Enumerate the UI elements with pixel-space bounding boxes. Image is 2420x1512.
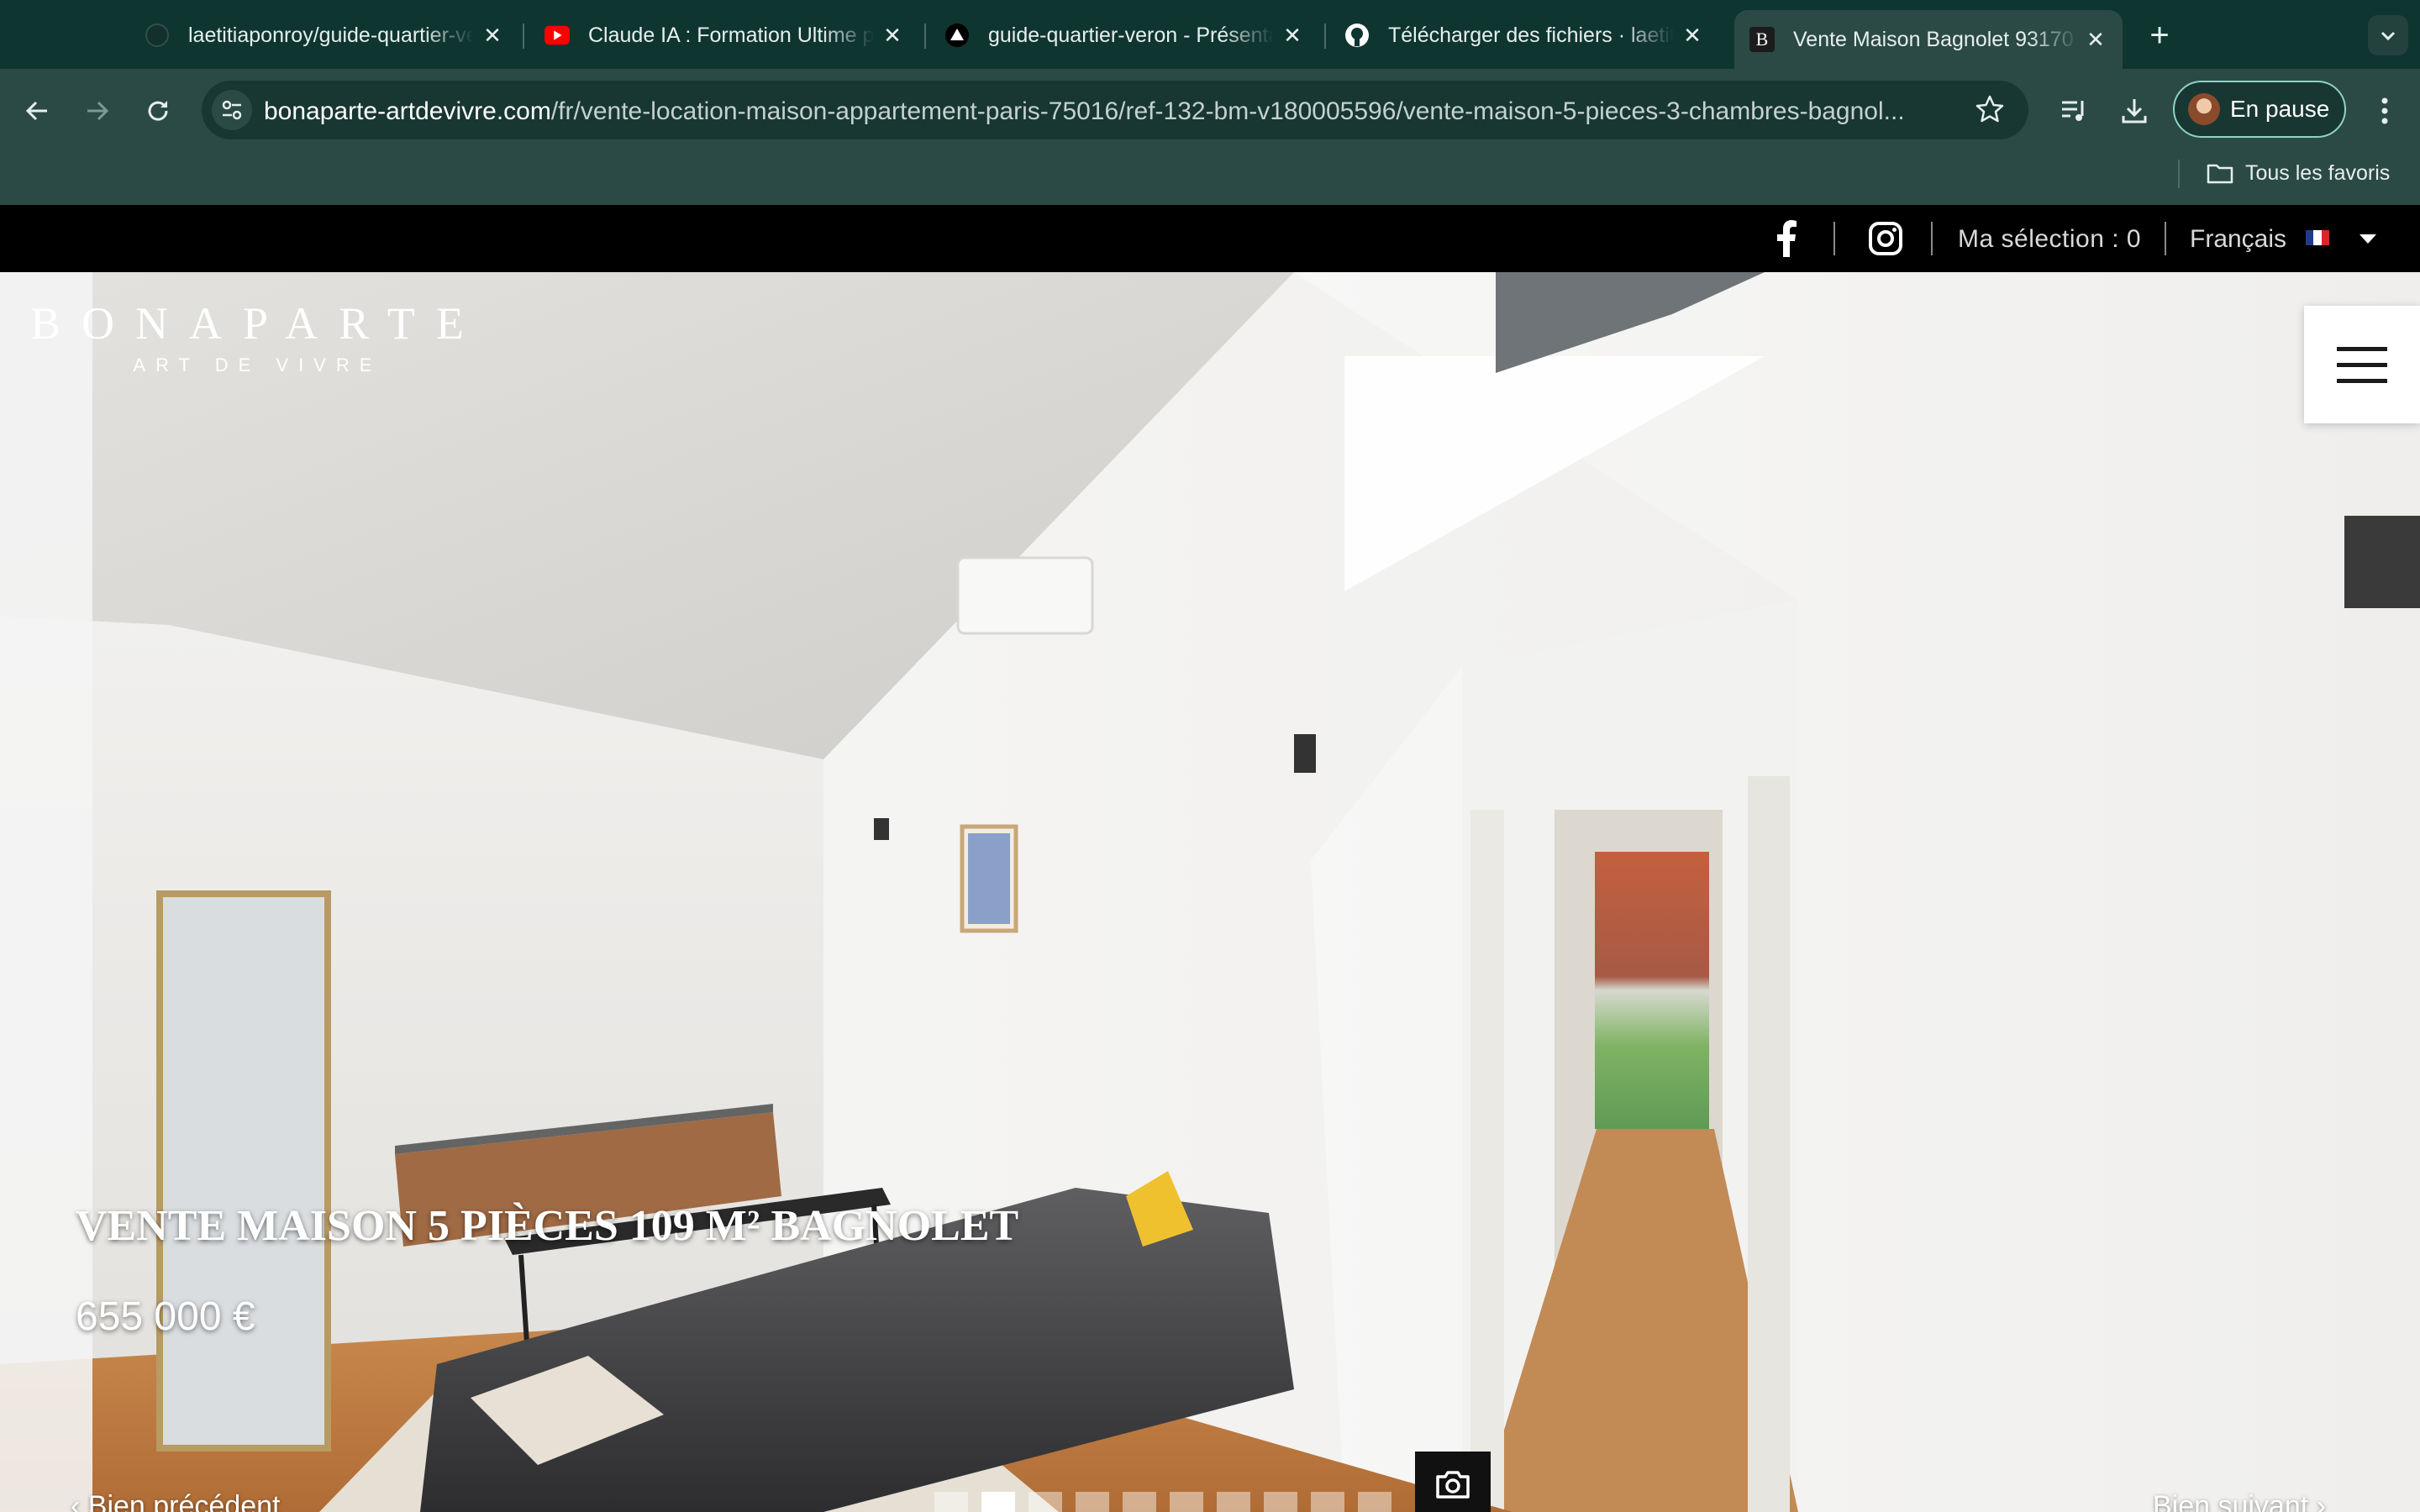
carousel-dot[interactable] <box>1217 1492 1250 1512</box>
address-bar[interactable]: bonaparte-artdevivre.com/fr/vente-locati… <box>202 81 2028 139</box>
tab-vercel-guide[interactable]: guide-quartier-veron - Présentation ✕ <box>944 12 1306 59</box>
close-icon[interactable]: ✕ <box>1279 22 1306 49</box>
tab-divider <box>523 24 524 49</box>
instagram-icon[interactable] <box>1867 220 1904 257</box>
queue-music-icon <box>2062 101 2084 121</box>
facebook-icon[interactable] <box>1768 220 1805 257</box>
browser-tabstrip: laetitiaponroy/guide-quartier-veron ✕ Cl… <box>0 0 2420 69</box>
close-icon[interactable]: ✕ <box>2082 26 2109 53</box>
property-photo[interactable] <box>0 272 2420 1512</box>
language-selector[interactable]: Français <box>2190 225 2286 254</box>
tab-title: laetitiaponroy/guide-quartier-veron <box>188 23 474 47</box>
topbar-divider <box>1833 222 1835 255</box>
downloads-button[interactable] <box>2111 87 2158 134</box>
flag-stripe-red <box>2321 230 2329 245</box>
logo-tagline: ART DE VIVRE <box>133 354 382 375</box>
forward-button[interactable] <box>74 87 121 134</box>
browser-menu-button[interactable] <box>2361 87 2408 134</box>
property-hero: BONAPARTE ART DE VIVRE VENTE MAISON 5 PI… <box>0 272 2420 1512</box>
logo-wordmark: BONAPARTE <box>30 298 485 349</box>
avatar <box>2188 93 2220 125</box>
github-icon <box>1344 23 1370 48</box>
close-icon[interactable]: ✕ <box>879 22 906 49</box>
github-icon <box>145 23 170 48</box>
arrow-right-icon <box>87 101 109 121</box>
camera-icon <box>1436 1471 1470 1499</box>
tab-title: guide-quartier-veron - Présentation <box>988 23 1274 47</box>
more-vert-icon <box>2381 97 2388 124</box>
carousel-dot[interactable] <box>1123 1492 1156 1512</box>
tab-github-upload[interactable]: Télécharger des fichiers · laetitia ✕ <box>1344 12 1706 59</box>
topbar-divider <box>1931 222 1933 255</box>
vercel-icon <box>944 23 970 48</box>
reload-icon <box>148 101 168 121</box>
reload-button[interactable] <box>134 87 182 134</box>
arrow-left-icon <box>25 101 47 121</box>
new-tab-button[interactable]: + <box>2139 15 2180 55</box>
my-selection-link[interactable]: Ma sélection : 0 <box>1958 225 2141 254</box>
bonaparte-logo[interactable]: BONAPARTE ART DE VIVRE <box>30 297 485 376</box>
topbar-divider <box>2165 222 2166 255</box>
tune-icon <box>222 100 242 120</box>
carousel-dot[interactable] <box>1076 1492 1109 1512</box>
france-flag-icon <box>2306 230 2329 245</box>
tab-title: Vente Maison Bagnolet 93170 <box>1793 27 2074 51</box>
carousel-dot[interactable] <box>1028 1492 1062 1512</box>
previous-property-link[interactable]: ‹ Bien précédent <box>71 1490 281 1512</box>
chevron-down-icon <box>2381 31 2396 41</box>
url-domain: bonaparte-artdevivre.com <box>264 97 551 125</box>
carousel-dot[interactable] <box>1358 1492 1392 1512</box>
tab-github-guide[interactable]: laetitiaponroy/guide-quartier-veron ✕ <box>145 12 506 59</box>
tab-title: Claude IA : Formation Ultime pour <box>588 23 874 47</box>
tab-search-button[interactable] <box>2368 15 2408 55</box>
caret-down-icon[interactable] <box>2360 234 2376 244</box>
url-text[interactable]: bonaparte-artdevivre.com/fr/vente-locati… <box>264 97 1944 126</box>
youtube-icon <box>544 23 570 48</box>
listing-title: VENTE MAISON 5 PIÈCES 109 M² BAGNOLET <box>76 1202 1019 1250</box>
media-control-button[interactable] <box>2050 87 2097 134</box>
folder-icon <box>2207 164 2233 184</box>
menu-bar <box>2337 346 2387 351</box>
bonaparte-favicon: B <box>1749 27 1775 52</box>
carousel-dots <box>934 1492 1392 1512</box>
browser-toolbar: bonaparte-artdevivre.com/fr/vente-locati… <box>0 69 2420 205</box>
close-icon[interactable]: ✕ <box>479 22 506 49</box>
hamburger-menu-button[interactable] <box>2304 306 2420 423</box>
listing-price: 655 000 € <box>76 1294 255 1339</box>
photo-gallery-button[interactable] <box>1415 1452 1491 1512</box>
bookmarks-divider <box>2178 160 2180 188</box>
site-topbar: Ma sélection : 0 Français <box>0 205 2420 272</box>
tab-youtube-claude[interactable]: Claude IA : Formation Ultime pour ✕ <box>544 12 906 59</box>
tab-bonaparte-active[interactable]: B Vente Maison Bagnolet 93170 ✕ <box>1734 10 2123 69</box>
carousel-dot[interactable] <box>1264 1492 1297 1512</box>
download-icon <box>2122 99 2147 123</box>
profile-button[interactable]: En pause <box>2173 81 2346 138</box>
close-icon[interactable]: ✕ <box>1679 22 1706 49</box>
tab-title: Télécharger des fichiers · laetitia <box>1388 23 1674 47</box>
url-path: /fr/vente-location-maison-appartement-pa… <box>550 97 1905 125</box>
carousel-dot[interactable] <box>981 1492 1015 1512</box>
bookmark-star-button[interactable] <box>1975 94 2005 129</box>
menu-bar <box>2337 378 2387 383</box>
flag-stripe-white <box>2313 230 2322 245</box>
next-property-link[interactable]: Bien suivant › <box>2153 1490 2326 1512</box>
carousel-dot[interactable] <box>1311 1492 1344 1512</box>
carousel-dot[interactable] <box>934 1492 968 1512</box>
flag-stripe-blue <box>2306 230 2314 245</box>
carousel-dot[interactable] <box>1170 1492 1203 1512</box>
back-button[interactable] <box>13 87 60 134</box>
profile-status: En pause <box>2230 96 2330 122</box>
star-icon <box>1975 95 2004 123</box>
all-bookmarks-label: Tous les favoris <box>2245 160 2391 185</box>
tab-divider <box>924 24 926 49</box>
site-info-button[interactable] <box>212 90 252 130</box>
menu-bar <box>2337 362 2387 367</box>
all-bookmarks-button[interactable]: Tous les favoris <box>2207 156 2390 190</box>
tab-divider <box>1324 24 1326 49</box>
